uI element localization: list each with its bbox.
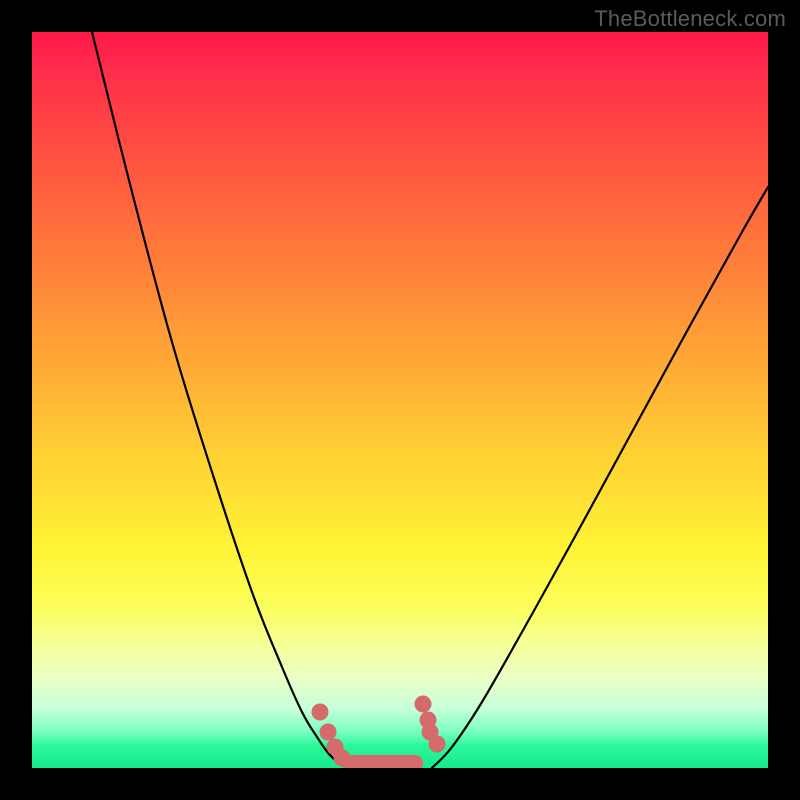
right-curve [432, 187, 768, 768]
valley-marker-dot [320, 724, 337, 741]
chart-stage: TheBottleneck.com [0, 0, 800, 800]
valley-marker-dot [415, 696, 432, 713]
valley-marker-dot [312, 704, 329, 721]
plot-area [32, 32, 768, 768]
valley-marker-dot [420, 712, 437, 729]
valley-marker-dot [429, 736, 446, 753]
curve-layer [32, 32, 768, 768]
valley-marker-dot [334, 750, 351, 767]
watermark-text: TheBottleneck.com [594, 6, 786, 32]
left-curve [92, 32, 347, 768]
